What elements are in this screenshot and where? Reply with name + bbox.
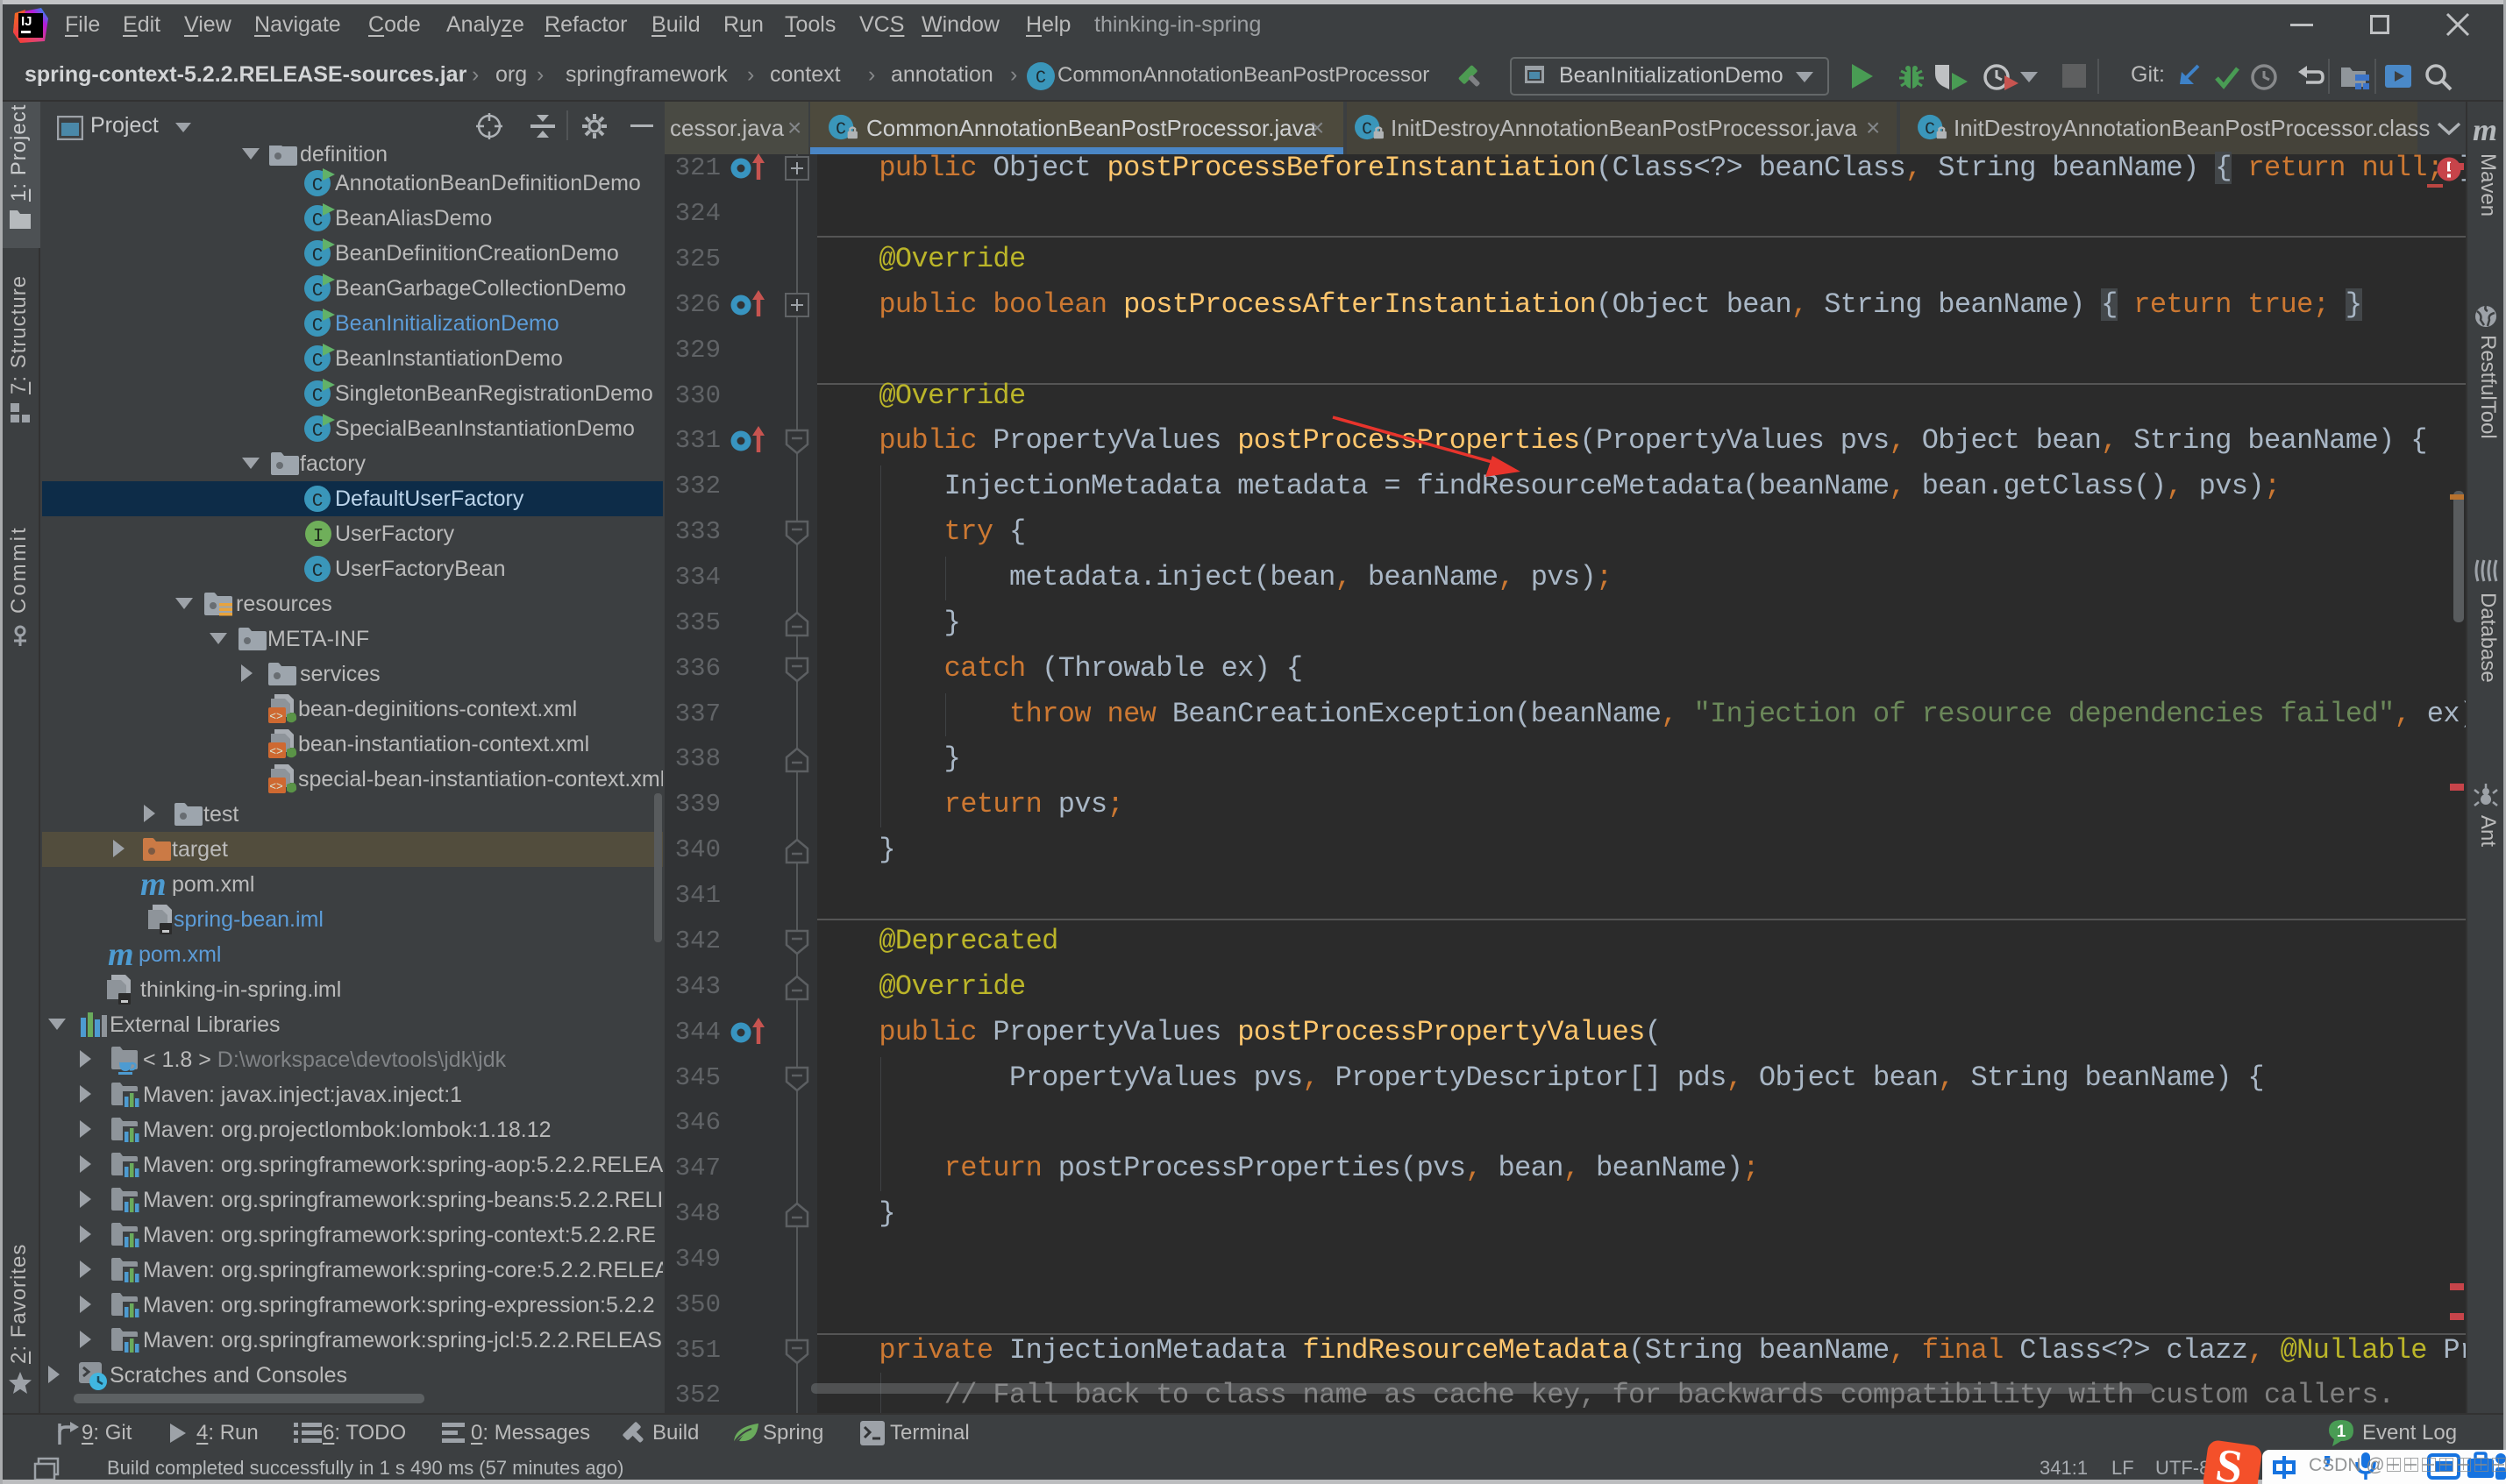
svg-text:C: C [312, 351, 324, 372]
svg-text:C: C [312, 387, 324, 407]
svg-text:C: C [312, 492, 324, 512]
svg-text:C: C [1362, 120, 1372, 139]
svg-text:C: C [312, 422, 324, 442]
svg-text:C: C [1925, 120, 1935, 139]
svg-text:<>: <> [269, 780, 283, 793]
svg-text:IJ: IJ [21, 14, 32, 29]
svg-text:C: C [1036, 68, 1046, 89]
svg-text:C: C [312, 281, 324, 302]
svg-text:C: C [312, 211, 324, 231]
svg-text:I: I [313, 527, 324, 547]
svg-text:<>: <> [269, 745, 283, 758]
svg-text:C: C [312, 246, 324, 266]
svg-text:1: 1 [2337, 1423, 2346, 1441]
svg-text:C: C [312, 562, 324, 582]
svg-text:C: C [836, 120, 846, 139]
svg-text:<>: <> [269, 710, 283, 723]
svg-text:C: C [312, 316, 324, 337]
svg-text:C: C [312, 176, 324, 196]
